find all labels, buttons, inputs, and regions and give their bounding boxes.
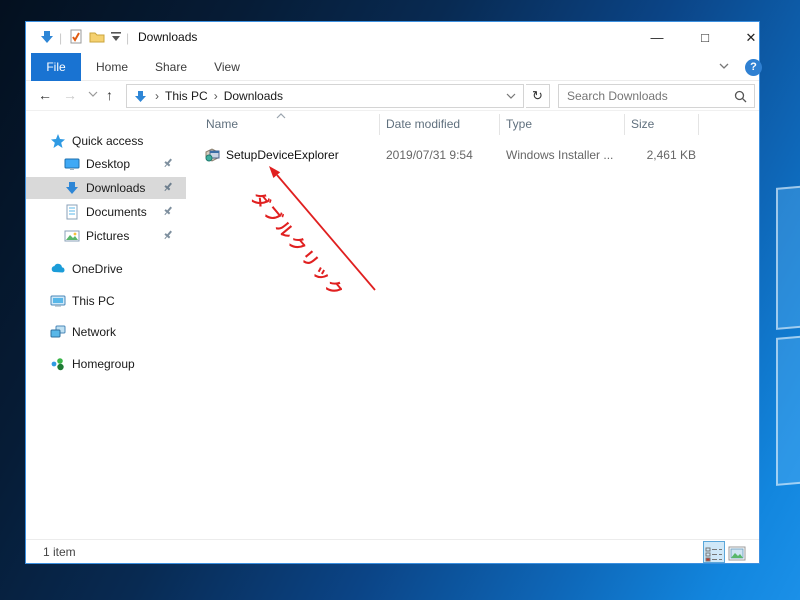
maximize-button[interactable]: □ xyxy=(685,22,725,53)
item-count: 1 item xyxy=(43,545,76,559)
sidebar-item-label: Pictures xyxy=(86,229,130,243)
column-header-type[interactable]: Type xyxy=(506,117,532,131)
breadcrumb-downloads[interactable]: Downloads xyxy=(220,89,287,103)
pin-icon xyxy=(162,205,174,217)
pictures-icon xyxy=(64,228,80,244)
separator: | xyxy=(126,31,130,45)
recent-locations-chevron-icon[interactable] xyxy=(88,91,98,98)
wallpaper-beam xyxy=(776,184,800,330)
sidebar-item-network[interactable]: Network xyxy=(26,321,186,343)
file-list-pane: Name Date modified Type Size SetupDevice… xyxy=(186,111,759,539)
window-title: Downloads xyxy=(138,30,198,44)
sidebar-item-documents[interactable]: Documents xyxy=(26,201,186,223)
sidebar-item-label: Quick access xyxy=(72,134,144,148)
back-button[interactable]: ← xyxy=(38,87,52,103)
column-header-date-modified[interactable]: Date modified xyxy=(386,117,460,131)
network-icon xyxy=(50,324,66,340)
tab-share[interactable]: Share xyxy=(146,53,196,81)
main-content: Quick access Desktop Downloads Documents… xyxy=(26,111,759,539)
help-button[interactable]: ? xyxy=(745,59,762,76)
details-view-toggle[interactable] xyxy=(703,541,725,563)
file-row[interactable]: SetupDeviceExplorer 2019/07/31 9:54 Wind… xyxy=(186,144,759,166)
file-date-modified: 2019/07/31 9:54 xyxy=(386,148,473,162)
column-header-row: Name Date modified Type Size xyxy=(186,111,759,138)
this-pc-icon xyxy=(50,293,66,309)
documents-icon xyxy=(64,204,80,220)
downloads-folder-icon xyxy=(39,29,55,45)
sidebar-item-desktop[interactable]: Desktop xyxy=(26,153,186,175)
sidebar-item-label: OneDrive xyxy=(72,262,123,276)
sidebar-item-label: Homegroup xyxy=(72,357,135,371)
separator: | xyxy=(59,31,63,45)
file-size: 2,461 KB xyxy=(646,148,696,162)
title-bar: | | Downloads — □ ✕ xyxy=(26,22,759,53)
sidebar-item-onedrive[interactable]: OneDrive xyxy=(26,258,186,280)
customize-qat-icon[interactable] xyxy=(110,32,126,48)
properties-icon[interactable] xyxy=(68,29,84,45)
search-box xyxy=(558,84,755,108)
expand-ribbon-chevron-icon[interactable] xyxy=(718,62,730,70)
sidebar-item-label: Documents xyxy=(86,205,147,219)
sidebar-item-homegroup[interactable]: Homegroup xyxy=(26,353,186,375)
breadcrumb-separator: › xyxy=(213,89,218,103)
homegroup-icon xyxy=(50,356,66,372)
sidebar-item-downloads[interactable]: Downloads xyxy=(26,177,186,199)
pin-icon xyxy=(162,229,174,241)
address-bar[interactable]: › This PC › Downloads xyxy=(126,84,524,108)
desktop: { "window": { "title": "Downloads", "con… xyxy=(0,0,800,600)
pin-icon xyxy=(162,157,174,169)
pin-icon xyxy=(162,181,174,193)
column-header-name[interactable]: Name xyxy=(206,117,238,131)
address-dropdown-chevron-icon[interactable] xyxy=(506,93,516,100)
close-button[interactable]: ✕ xyxy=(731,22,771,53)
sidebar-item-pictures[interactable]: Pictures xyxy=(26,225,186,247)
search-input[interactable] xyxy=(559,85,729,107)
quick-access-star-icon xyxy=(50,133,66,149)
status-bar: 1 item xyxy=(26,539,759,563)
tab-view[interactable]: View xyxy=(204,53,250,81)
file-type: Windows Installer ... xyxy=(506,148,614,162)
navigation-pane: Quick access Desktop Downloads Documents… xyxy=(26,111,186,539)
sidebar-item-quick-access[interactable]: Quick access xyxy=(26,130,186,152)
minimize-button[interactable]: — xyxy=(637,22,677,53)
explorer-window: | | Downloads — □ ✕ File Home Share View… xyxy=(25,21,762,564)
wallpaper-beam xyxy=(776,334,800,486)
msi-installer-icon xyxy=(204,147,220,163)
sidebar-item-label: Downloads xyxy=(86,181,146,195)
breadcrumb-separator: › xyxy=(155,89,159,103)
desktop-icon xyxy=(64,156,80,172)
sort-ascending-icon xyxy=(276,113,286,119)
navigation-bar: ← → ↑ › This PC › Downloads ↻ xyxy=(26,81,759,111)
sidebar-item-label: Desktop xyxy=(86,157,131,171)
tab-file[interactable]: File xyxy=(31,53,81,81)
annotation-text: ダブルクリック xyxy=(247,188,348,303)
tab-home[interactable]: Home xyxy=(88,53,136,81)
large-icons-view-toggle[interactable] xyxy=(726,541,748,563)
location-downloads-icon xyxy=(134,90,147,103)
file-name: SetupDeviceExplorer xyxy=(226,148,339,162)
ribbon-tab-row: File Home Share View ? xyxy=(26,53,762,81)
refresh-button[interactable]: ↻ xyxy=(526,84,550,108)
onedrive-cloud-icon xyxy=(50,261,66,277)
column-header-size[interactable]: Size xyxy=(631,117,654,131)
forward-button[interactable]: → xyxy=(63,87,77,103)
search-icon[interactable] xyxy=(734,90,747,103)
sidebar-item-label: This PC xyxy=(72,294,115,308)
sidebar-item-this-pc[interactable]: This PC xyxy=(26,290,186,312)
downloads-arrow-icon xyxy=(64,180,80,196)
breadcrumb-this-pc[interactable]: This PC xyxy=(161,89,212,103)
sidebar-item-label: Network xyxy=(72,325,117,339)
new-folder-icon[interactable] xyxy=(89,29,105,45)
up-button[interactable]: ↑ xyxy=(106,87,113,103)
annotation-arrow xyxy=(269,166,376,291)
